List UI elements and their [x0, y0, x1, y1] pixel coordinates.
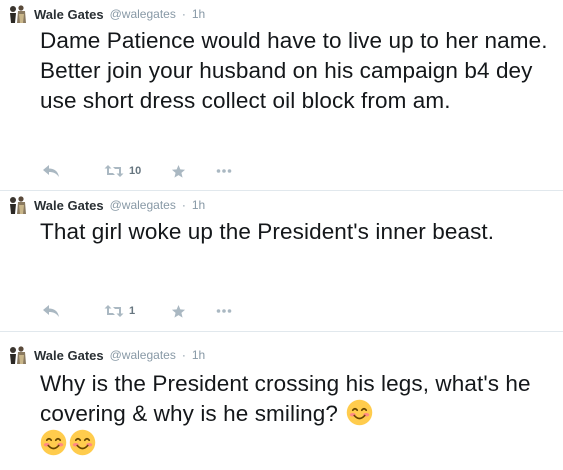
reply-icon [43, 305, 59, 317]
smiling-face-icon [69, 429, 96, 456]
tweet-text: That girl woke up the President's inner … [40, 219, 495, 244]
retweet-count: 10 [129, 165, 142, 177]
reply-button[interactable] [42, 304, 62, 318]
more-icon [216, 309, 232, 313]
more-button[interactable] [216, 308, 232, 314]
display-name[interactable]: Wale Gates [34, 348, 104, 363]
username[interactable]: @walegates [110, 198, 176, 212]
tweet[interactable]: Wale Gates @walegates · 1h Dame Patience… [0, 0, 563, 191]
retweet-button[interactable]: 10 [104, 164, 141, 178]
tweet-header: Wale Gates @walegates · 1h [8, 345, 205, 365]
username[interactable]: @walegates [110, 7, 176, 21]
timestamp[interactable]: 1h [192, 7, 205, 21]
tweet-text-content: Why is the President crossing his legs, … [40, 371, 531, 426]
retweet-icon [104, 165, 124, 177]
separator: · [181, 7, 186, 21]
retweet-button[interactable]: 1 [104, 304, 135, 318]
reply-button[interactable] [42, 164, 62, 178]
timestamp[interactable]: 1h [192, 348, 205, 362]
avatar[interactable] [8, 345, 28, 365]
star-icon [172, 304, 186, 318]
avatar[interactable] [8, 4, 28, 24]
retweet-icon [104, 305, 124, 317]
retweet-count: 1 [129, 305, 136, 317]
separator: · [181, 198, 186, 212]
display-name[interactable]: Wale Gates [34, 198, 104, 213]
more-button[interactable] [216, 168, 232, 174]
separator: · [181, 348, 186, 362]
tweet-text: Why is the President crossing his legs, … [40, 369, 555, 459]
reply-icon [43, 165, 59, 177]
tweet-text: Dame Patience would have to live up to h… [40, 28, 548, 113]
tweet-timeline: Wale Gates @walegates · 1h Dame Patience… [0, 0, 563, 470]
favorite-button[interactable] [171, 164, 186, 179]
smiling-face-icon [40, 429, 67, 456]
display-name[interactable]: Wale Gates [34, 7, 104, 22]
tweet[interactable]: Wale Gates @walegates · 1h That girl wok… [0, 191, 563, 332]
username[interactable]: @walegates [110, 348, 176, 362]
timestamp[interactable]: 1h [192, 198, 205, 212]
tweet[interactable]: Wale Gates @walegates · 1h Why is the Pr… [0, 332, 563, 470]
favorite-button[interactable] [171, 304, 186, 319]
tweet-header: Wale Gates @walegates · 1h [8, 195, 205, 215]
avatar[interactable] [8, 195, 28, 215]
tweet-actions: 1 [42, 302, 232, 320]
smiling-face-icon [346, 399, 373, 426]
star-icon [172, 164, 186, 178]
tweet-actions: 10 [42, 162, 232, 180]
tweet-header: Wale Gates @walegates · 1h [8, 4, 205, 24]
more-icon [216, 169, 232, 173]
